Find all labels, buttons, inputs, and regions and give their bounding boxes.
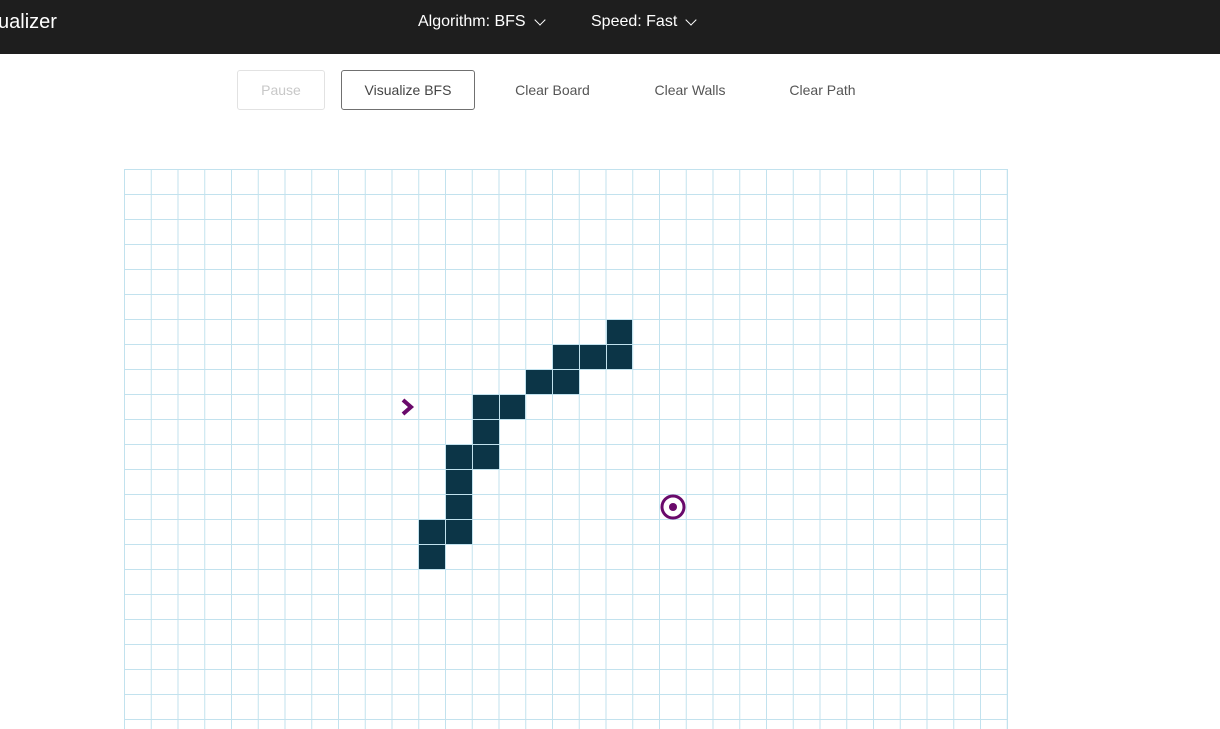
app-brand[interactable]: ualizer	[0, 11, 57, 34]
wall-cell[interactable]	[605, 344, 634, 370]
chevron-down-icon	[533, 14, 546, 26]
speed-dropdown[interactable]: Speed: Fast	[591, 13, 697, 31]
wall-cell[interactable]	[445, 519, 473, 545]
clear-path-button[interactable]: Clear Path	[775, 70, 870, 110]
top-navbar: ualizer Algorithm: BFS Speed: Fast	[0, 0, 1220, 54]
clear-board-button[interactable]: Clear Board	[500, 70, 605, 110]
wall-cell[interactable]	[471, 444, 500, 470]
speed-dropdown-label: Speed: Fast	[591, 13, 678, 30]
pathfinding-grid[interactable]	[124, 169, 1008, 729]
chevron-down-icon	[685, 14, 697, 26]
pause-button[interactable]: Pause	[237, 70, 325, 110]
wall-cell[interactable]	[471, 394, 500, 420]
wall-cell[interactable]	[498, 394, 527, 420]
wall-cell[interactable]	[525, 369, 554, 395]
clear-walls-button[interactable]: Clear Walls	[640, 70, 740, 110]
wall-cell[interactable]	[418, 544, 447, 570]
algorithm-dropdown[interactable]: Algorithm: BFS	[418, 13, 546, 31]
wall-cell[interactable]	[605, 319, 634, 345]
wall-cell[interactable]	[578, 344, 607, 370]
wall-cell[interactable]	[445, 494, 473, 520]
wall-cell[interactable]	[445, 469, 473, 495]
start-node-icon[interactable]	[398, 397, 418, 417]
algorithm-dropdown-label: Algorithm: BFS	[418, 13, 526, 30]
wall-cell[interactable]	[471, 419, 500, 445]
wall-cell[interactable]	[418, 519, 447, 545]
wall-cell[interactable]	[552, 344, 580, 370]
visualize-button[interactable]: Visualize BFS	[341, 70, 475, 110]
toolbar: Pause Visualize BFS Clear Board Clear Wa…	[0, 70, 1220, 110]
target-node-icon[interactable]	[659, 493, 687, 521]
wall-cell[interactable]	[445, 444, 473, 470]
wall-cell[interactable]	[552, 369, 580, 395]
